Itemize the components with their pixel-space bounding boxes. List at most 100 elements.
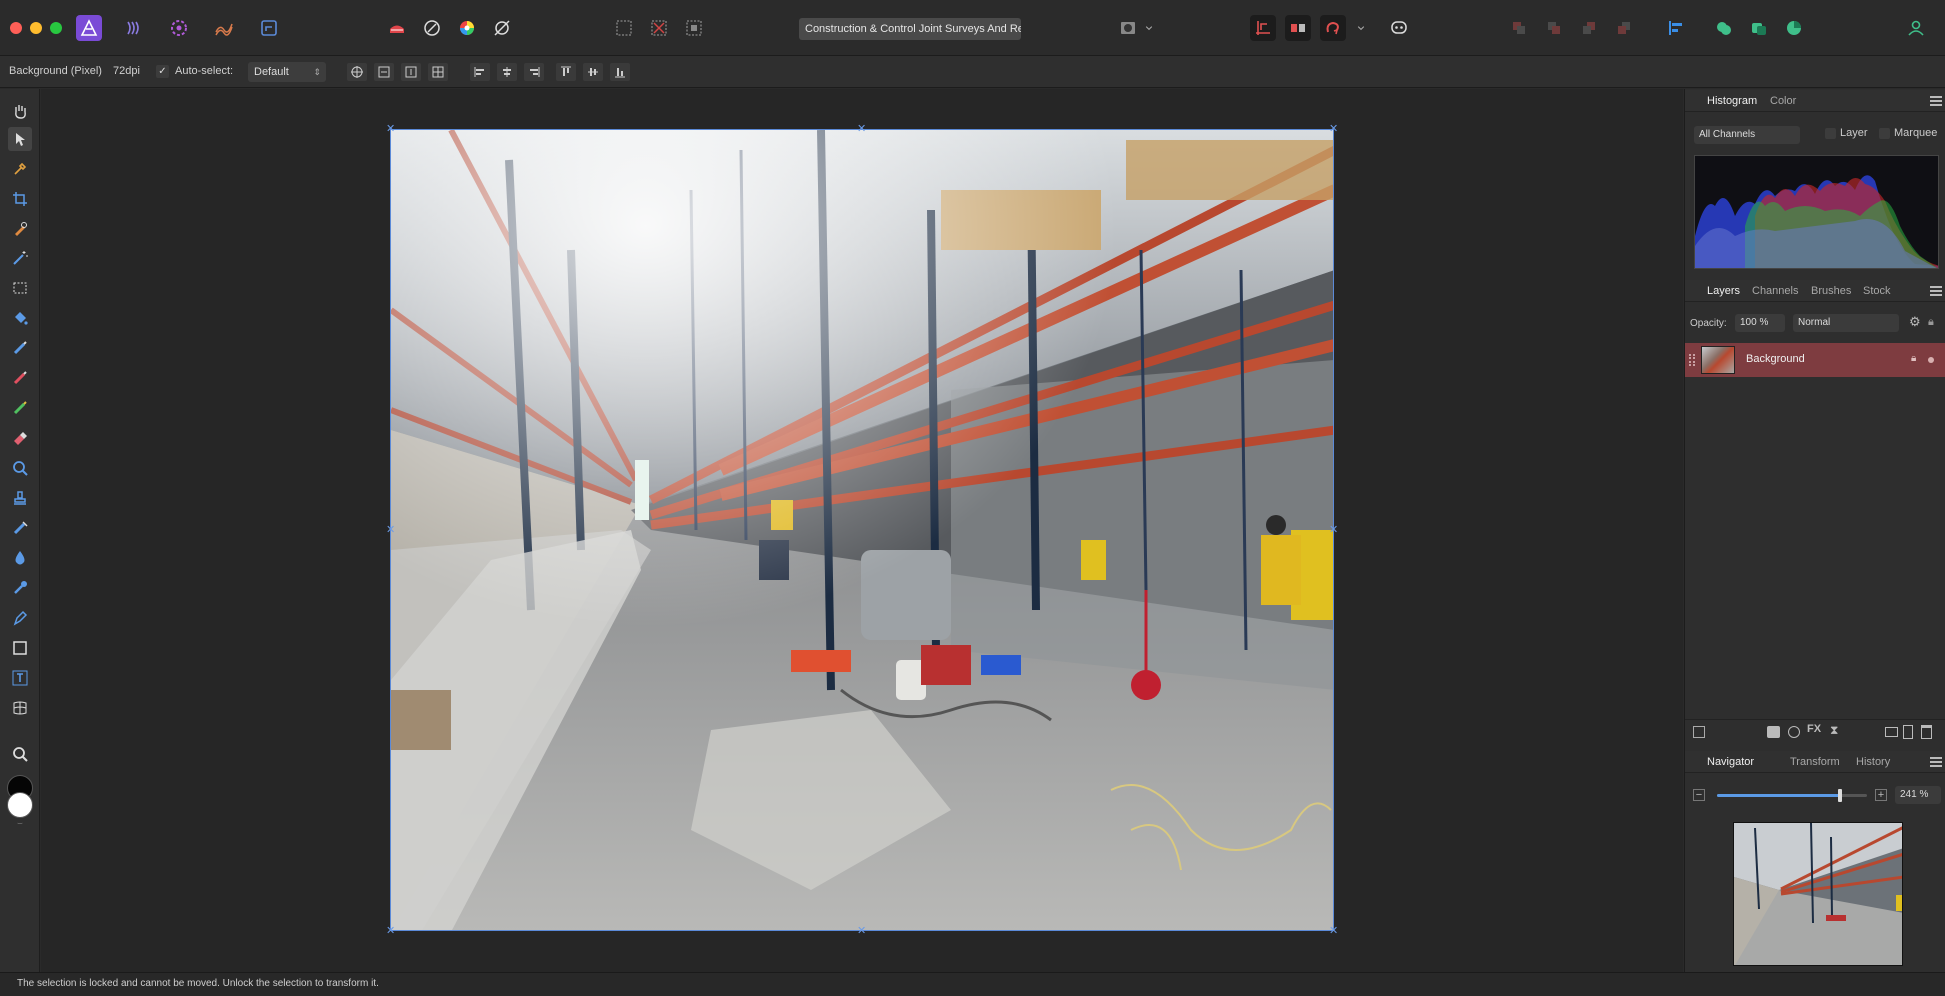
add-group-icon[interactable] [1885,727,1898,737]
tab-layers[interactable]: Layers [1707,285,1740,297]
tone-mapping-persona-button[interactable] [211,15,237,41]
arrange-backward-button[interactable] [1541,15,1567,41]
secondary-color-swatch[interactable] [7,792,33,818]
tab-channels[interactable]: Channels [1752,285,1798,297]
liquify-persona-button[interactable] [121,15,147,41]
tab-histogram[interactable]: Histogram [1707,95,1757,107]
photo-persona-button[interactable] [76,15,102,41]
layer-lock-icon[interactable]: 🔒︎ [1911,353,1921,365]
flip-horizontal-button[interactable] [374,63,394,81]
auto-contrast-button[interactable] [419,15,445,41]
develop-persona-button[interactable] [166,15,192,41]
tab-stock[interactable]: Stock [1863,285,1891,297]
arrange-back-button[interactable] [1506,15,1532,41]
macro-button[interactable] [384,15,410,41]
view-tool[interactable] [8,99,32,123]
lock-all-icon[interactable]: 🔒︎ [1928,315,1940,329]
align-center-button[interactable] [497,63,517,81]
channels-dropdown[interactable]: All Channels [1694,126,1800,144]
zoom-in-button[interactable]: + [1875,789,1887,801]
add-layer-icon[interactable] [1903,725,1913,739]
crop-tool[interactable] [8,187,32,211]
zoom-field[interactable]: 241 % [1895,786,1941,804]
navigator-panel-menu-icon[interactable] [1930,757,1942,767]
blur-brush-tool[interactable] [8,546,32,570]
layers-panel-menu-icon[interactable] [1930,286,1942,296]
transform-handle-top-center[interactable]: ✕ [857,124,866,135]
zoom-slider[interactable] [1717,789,1867,802]
artistic-text-tool[interactable] [8,666,32,690]
navigator-preview[interactable] [1733,822,1903,966]
zoom-window-button[interactable] [50,22,62,34]
healing-brush-tool[interactable] [8,516,32,540]
layer-options-icon[interactable] [1693,726,1705,738]
auto-select-dropdown[interactable]: Default [248,62,326,82]
auto-white-balance-button[interactable] [489,15,515,41]
account-button[interactable] [1903,15,1929,41]
rectangle-tool[interactable] [8,636,32,660]
tab-color[interactable]: Color [1770,95,1796,107]
snapping-dropdown[interactable] [1354,15,1368,41]
histogram-panel-menu-icon[interactable] [1930,96,1942,106]
pixel-layer-icon[interactable]: ⧗ [1830,723,1838,738]
tab-navigator[interactable]: Navigator [1707,756,1754,768]
layer-checkbox[interactable] [1825,128,1836,139]
transform-handle-middle-right[interactable]: ✕ [1329,525,1338,536]
snapping-button[interactable] [1250,15,1276,41]
auto-select-checkbox[interactable]: ✓ [156,65,169,78]
blend-mode-dropdown[interactable]: Normal [1793,314,1899,332]
quick-mask-dropdown[interactable] [1142,15,1156,41]
align-left-button[interactable] [470,63,490,81]
transform-handle-top-left[interactable]: ✕ [386,124,395,135]
zoom-tool[interactable] [8,456,32,480]
quick-mask-button[interactable] [1115,15,1141,41]
color-picker-tool[interactable] [8,157,32,181]
dodge-brush-tool[interactable] [8,576,32,600]
transform-handle-middle-left[interactable]: ✕ [386,525,395,536]
flip-vertical-button[interactable] [401,63,421,81]
document-canvas-image[interactable] [390,129,1334,931]
export-persona-button[interactable] [256,15,282,41]
selection-brush-tool[interactable] [8,217,32,241]
invert-selection-button[interactable] [681,15,707,41]
live-filter-icon[interactable]: FX [1807,723,1821,735]
align-middle-button[interactable] [583,63,603,81]
boolean-subtract-button[interactable] [1746,15,1772,41]
paint-brush-tool[interactable] [8,366,32,390]
select-all-button[interactable] [611,15,637,41]
boolean-add-button[interactable] [1711,15,1737,41]
tab-history[interactable]: History [1856,756,1890,768]
marquee-checkbox[interactable] [1879,128,1890,139]
transform-handle-bottom-right[interactable]: ✕ [1329,926,1338,937]
zoom-out-button[interactable]: − [1693,789,1705,801]
adjustment-layer-icon[interactable] [1788,726,1800,738]
layer-settings-gear-icon[interactable]: ⚙ [1909,315,1923,329]
minimize-window-button[interactable] [30,22,42,34]
document-title[interactable]: Construction & Control Joint Surveys And… [799,18,1021,40]
alignment-button[interactable] [1663,15,1689,41]
boolean-intersect-button[interactable] [1781,15,1807,41]
align-right-button[interactable] [524,63,544,81]
zoom-view-tool[interactable] [8,742,32,766]
assistant-button[interactable] [1320,15,1346,41]
pen-tool[interactable] [8,606,32,630]
transform-handle-bottom-center[interactable]: ✕ [857,926,866,937]
swap-colors-icon[interactable]: ⌣ [13,819,27,828]
flood-select-tool[interactable] [8,246,32,270]
auto-colors-button[interactable] [454,15,480,41]
tab-brushes[interactable]: Brushes [1811,285,1851,297]
mask-layer-icon[interactable] [1767,726,1780,738]
force-pixel-alignment-button[interactable] [1285,15,1311,41]
layer-visibility-icon[interactable] [1928,357,1934,363]
layer-row[interactable]: Background 🔒︎ [1685,343,1945,377]
marquee-tool[interactable] [8,276,32,300]
align-bottom-button[interactable] [610,63,630,81]
zoom-slider-handle[interactable] [1838,789,1842,802]
arrange-front-button[interactable] [1611,15,1637,41]
move-tool[interactable] [8,127,32,151]
opacity-field[interactable]: 100 % [1735,314,1785,332]
close-window-button[interactable] [10,22,22,34]
transform-handle-bottom-left[interactable]: ✕ [386,926,395,937]
transform-handle-top-right[interactable]: ✕ [1329,124,1338,135]
erase-brush-tool[interactable] [8,426,32,450]
